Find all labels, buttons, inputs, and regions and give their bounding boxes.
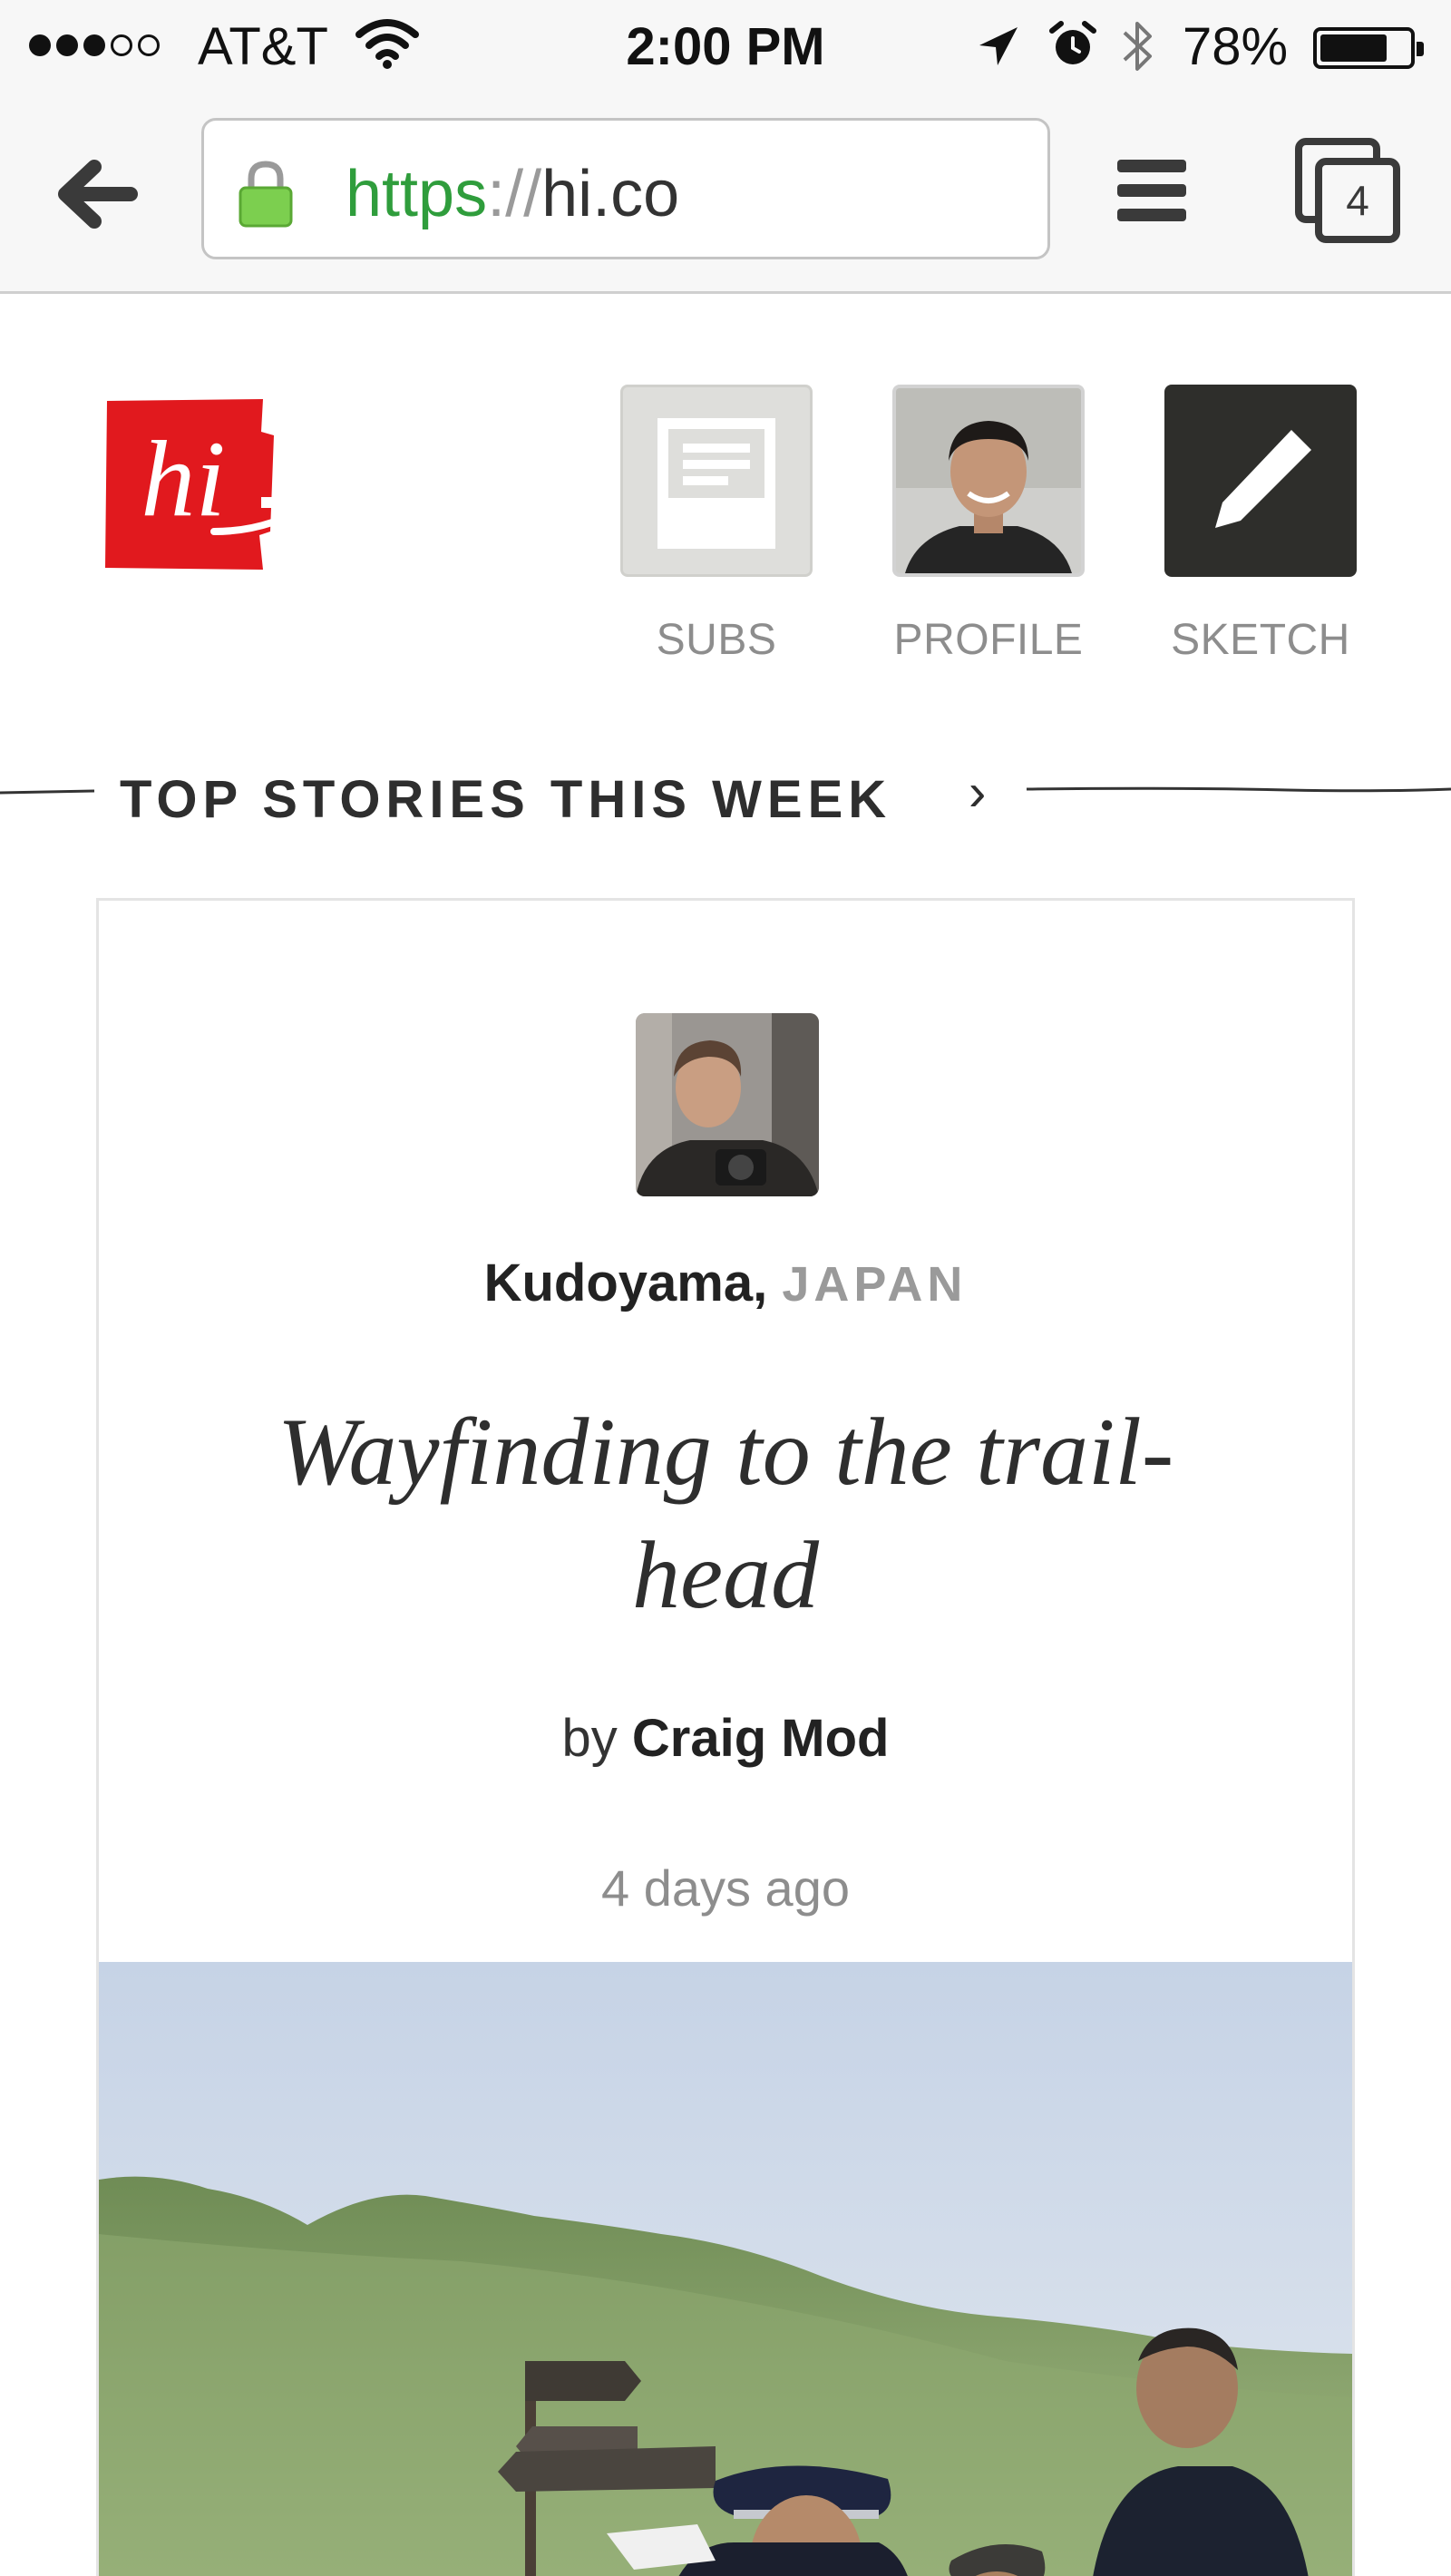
location-arrow-icon — [979, 27, 1018, 65]
chevron-right-icon[interactable]: › — [969, 762, 986, 823]
nav-label-subs: SUBS — [656, 616, 777, 664]
byline-prefix: by — [561, 1709, 618, 1768]
sketch-tile[interactable] — [1164, 385, 1357, 577]
nav-label-sketch: SKETCH — [1171, 616, 1350, 664]
lock-icon — [239, 161, 293, 228]
tab-count: 4 — [1315, 158, 1400, 243]
location-city: Kudoyama, — [483, 1254, 768, 1312]
menu-icon[interactable] — [1117, 160, 1186, 221]
battery-icon — [1313, 27, 1424, 69]
story-title[interactable]: Wayfinding to the trail-head — [208, 1390, 1243, 1637]
avatar — [896, 388, 1081, 573]
byline-author[interactable]: Craig Mod — [632, 1709, 890, 1768]
battery-percentage: 78% — [1183, 17, 1289, 76]
location-country: JAPAN — [782, 1257, 968, 1312]
url-scheme: https — [346, 158, 488, 230]
profile-avatar[interactable] — [892, 385, 1085, 577]
browser-toolbar: https://hi.co 4 — [0, 94, 1451, 294]
back-arrow-icon[interactable] — [51, 149, 141, 239]
nav-subs[interactable]: SUBS — [620, 385, 813, 665]
story-photo[interactable] — [99, 1962, 1352, 2576]
bluetooth-icon — [1123, 22, 1152, 71]
author-avatar[interactable] — [636, 1013, 819, 1196]
hi-logo[interactable]: hi — [100, 395, 278, 573]
nav-sketch[interactable]: SKETCH — [1164, 385, 1357, 665]
story-card[interactable]: Kudoyama, JAPAN Wayfinding to the trail-… — [96, 898, 1355, 2576]
subs-tile[interactable] — [620, 385, 813, 577]
pencil-icon — [1215, 430, 1311, 528]
nav-profile[interactable]: PROFILE — [892, 385, 1085, 665]
url-separator: :// — [487, 158, 542, 230]
section-title: TOP STORIES THIS WEEK — [120, 770, 892, 829]
url-host: hi.co — [541, 158, 680, 230]
svg-text:hi: hi — [141, 418, 225, 539]
nav-label-profile: PROFILE — [893, 616, 1084, 664]
url-text[interactable]: https://hi.co — [346, 157, 679, 231]
document-icon — [657, 418, 775, 549]
top-stories-heading[interactable]: TOP STORIES THIS WEEK › — [0, 762, 1451, 834]
story-timestamp: 4 days ago — [601, 1859, 850, 1917]
story-location: Kudoyama, JAPAN — [99, 1253, 1352, 1313]
url-address-bar[interactable]: https://hi.co — [201, 118, 1050, 259]
tabs-button[interactable]: 4 — [1295, 138, 1404, 243]
story-byline: by Craig Mod — [99, 1708, 1352, 1769]
status-bar: AT&T 2:00 PM 78% — [0, 0, 1451, 94]
alarm-clock-icon — [1049, 21, 1096, 64]
